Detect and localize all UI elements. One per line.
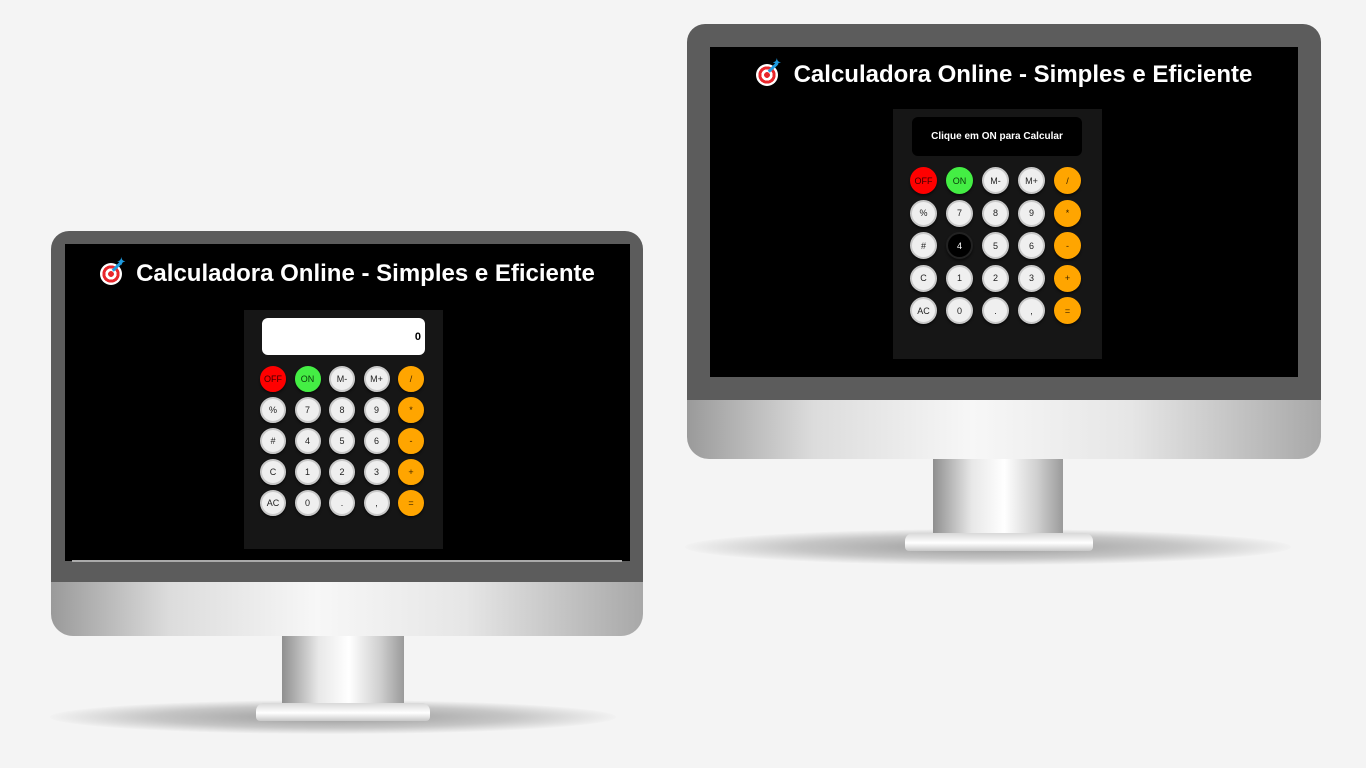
page-title: ✦ Calculadora Online - Simples e Eficien… [65,258,630,288]
on-button[interactable]: ON [946,167,973,194]
digit-7-button[interactable]: 7 [946,199,973,227]
page-title-text: Calculadora Online - Simples e Eficiente [136,260,595,287]
off-button[interactable]: OFF [910,167,937,194]
digit-3-button[interactable]: 3 [1018,264,1045,292]
digit-5-button[interactable]: 5 [329,428,355,454]
comma-button[interactable]: , [363,490,390,516]
digit-9-button[interactable]: 9 [1018,199,1045,227]
monitor-stand-neck [282,636,404,706]
page-title: ✦ Calculadora Online - Simples e Eficien… [710,59,1298,89]
off-button[interactable]: OFF [260,366,286,392]
digit-5-button[interactable]: 5 [982,232,1009,259]
dart-target-icon: ✦ [100,258,125,285]
hash-button[interactable]: # [260,428,286,454]
add-button[interactable]: + [1054,264,1081,292]
digit-8-button[interactable]: 8 [982,199,1009,227]
clear-button[interactable]: C [260,459,286,485]
digit-1-button[interactable]: 1 [294,459,321,485]
percent-button[interactable]: % [910,199,937,227]
digit-0-button[interactable]: 0 [294,490,321,516]
monitor-stand-base [905,533,1093,551]
calculator-display: 0 [262,318,425,355]
equals-button[interactable]: = [1054,297,1081,324]
divide-button[interactable]: / [398,366,424,392]
on-button[interactable]: ON [294,366,321,392]
digit-2-button[interactable]: 2 [982,264,1009,292]
digit-6-button[interactable]: 6 [1018,232,1045,259]
calculator-keypad: OFF ON M- M+ /% 7 8 9 * #4 5 6- C 1 2 3 + AC 0., = [910,167,1081,324]
hash-button[interactable]: # [910,232,937,259]
comma-button[interactable]: , [1018,297,1045,324]
percent-button[interactable]: % [260,397,286,423]
digit-0-button[interactable]: 0 [946,297,973,324]
digit-4-button[interactable]: 4 [294,428,321,454]
clear-button[interactable]: C [910,264,937,292]
subtract-button[interactable]: - [398,428,424,454]
calculator: Clique em ON para Calcular OFF ON M- M+ /% 7 8… [893,109,1102,359]
multiply-button[interactable]: * [1054,199,1081,227]
monitor-stand-base [256,703,430,721]
equals-button[interactable]: = [398,490,424,516]
calculator-keypad: OFF ON M- M+ /% 7 8 9 * #4 5 6- C 1 2 3 + AC 0., = [260,366,424,516]
digit-9-button[interactable]: 9 [363,397,390,423]
decimal-point-button[interactable]: . [982,297,1009,324]
memory-minus-button[interactable]: M- [982,167,1009,194]
monitor-stand-neck [933,459,1063,539]
digit-2-button[interactable]: 2 [329,459,355,485]
subtract-button[interactable]: - [1054,232,1081,259]
page-title-text: Calculadora Online - Simples e Eficiente [793,61,1253,88]
digit-6-button[interactable]: 6 [363,428,390,454]
digit-7-button[interactable]: 7 [294,397,321,423]
memory-plus-button[interactable]: M+ [363,366,390,392]
divide-button[interactable]: / [1054,167,1081,194]
calculator-display: Clique em ON para Calcular [912,117,1082,156]
all-clear-button[interactable]: AC [910,297,937,324]
dart-target-icon: ✦ [755,59,781,86]
decimal-point-button[interactable]: . [329,490,355,516]
memory-minus-button[interactable]: M- [329,366,355,392]
digit-4-button[interactable]: 4 [946,232,973,259]
monitor-chin [51,582,643,636]
screen-divider [72,560,622,562]
digit-1-button[interactable]: 1 [946,264,973,292]
memory-plus-button[interactable]: M+ [1018,167,1045,194]
monitor-chin [687,400,1321,459]
calculator: 0 OFF ON M- M+ /% 7 8 9 * #4 5 6- C 1 2 3 + AC 0., = [244,310,443,549]
add-button[interactable]: + [398,459,424,485]
multiply-button[interactable]: * [398,397,424,423]
all-clear-button[interactable]: AC [260,490,286,516]
digit-3-button[interactable]: 3 [363,459,390,485]
digit-8-button[interactable]: 8 [329,397,355,423]
